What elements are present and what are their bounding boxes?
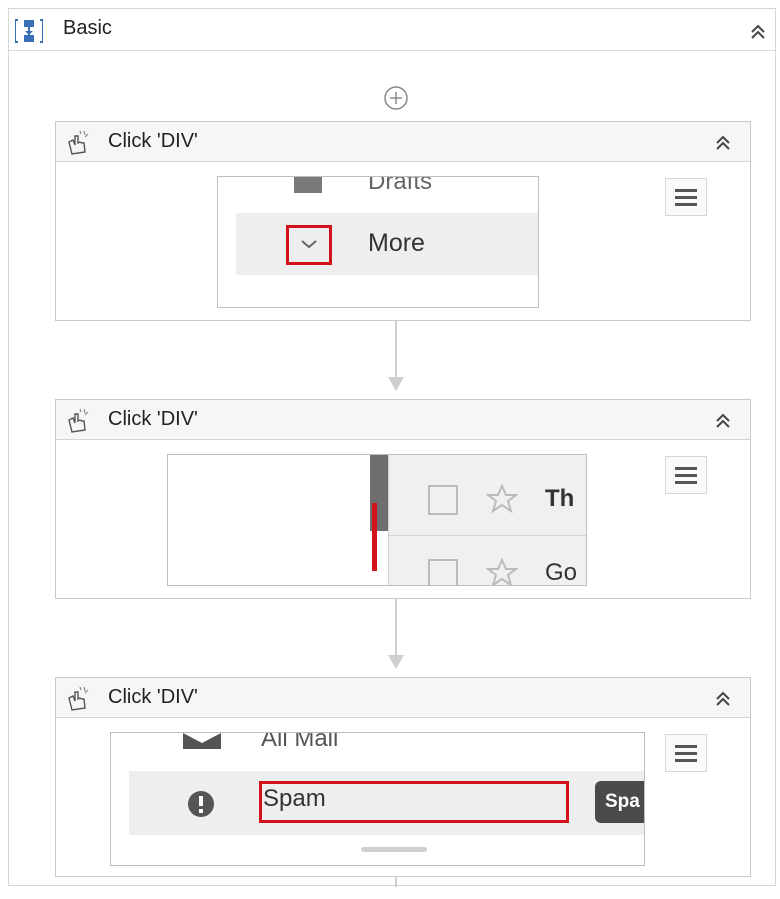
drafts-icon bbox=[294, 177, 322, 193]
sequence-header[interactable]: Basic bbox=[9, 9, 775, 51]
star-icon bbox=[486, 483, 518, 514]
connector-line bbox=[395, 877, 397, 887]
activity-menu-button[interactable] bbox=[665, 734, 707, 772]
connector-line bbox=[395, 599, 397, 657]
element-screenshot-preview: Drafts More bbox=[217, 176, 539, 308]
collapse-activity-icon[interactable] bbox=[712, 688, 734, 710]
star-icon bbox=[486, 557, 518, 585]
element-screenshot-preview: All Mail Spam Spa bbox=[110, 732, 645, 866]
connector-line bbox=[395, 321, 397, 379]
drafts-label: Drafts bbox=[368, 176, 433, 195]
add-activity-icon[interactable] bbox=[382, 84, 410, 112]
collapse-sequence-icon[interactable] bbox=[747, 21, 769, 43]
spam-label: Spam bbox=[263, 785, 326, 812]
spam-icon bbox=[188, 791, 214, 817]
mail-sender-1: Th bbox=[545, 485, 575, 512]
click-pointer-icon bbox=[68, 130, 89, 155]
all-mail-icon bbox=[183, 733, 221, 749]
scrollbar-highlight bbox=[372, 503, 377, 571]
connector-arrow bbox=[388, 377, 404, 391]
activity-menu-button[interactable] bbox=[665, 456, 707, 494]
checkbox-icon bbox=[428, 485, 458, 515]
checkbox-icon bbox=[428, 559, 458, 585]
spam-tooltip-chip: Spa bbox=[595, 781, 644, 823]
click-activity-2[interactable]: Click 'DIV' Th Go bbox=[55, 399, 751, 599]
chevron-down-icon bbox=[301, 240, 317, 249]
resize-handle bbox=[361, 847, 427, 852]
row-divider bbox=[388, 535, 586, 536]
spam-chip-label: Spa bbox=[605, 791, 640, 812]
mail-sender-2: Go bbox=[545, 559, 578, 586]
click-pointer-icon bbox=[68, 686, 89, 711]
more-label: More bbox=[368, 229, 425, 257]
activity-header[interactable]: Click 'DIV' bbox=[56, 400, 750, 440]
activity-title: Click 'DIV' bbox=[108, 408, 198, 430]
activity-menu-button[interactable] bbox=[665, 178, 707, 216]
click-activity-3[interactable]: Click 'DIV' All Mail Spam Spa bbox=[55, 677, 751, 877]
sequence-container: Basic Click 'DIV' Drafts More Click 'DIV… bbox=[8, 8, 776, 887]
activity-title: Click 'DIV' bbox=[108, 130, 198, 152]
activity-header[interactable]: Click 'DIV' bbox=[56, 678, 750, 718]
collapse-activity-icon[interactable] bbox=[712, 132, 734, 154]
collapse-activity-icon[interactable] bbox=[712, 410, 734, 432]
element-screenshot-preview: Th Go bbox=[167, 454, 587, 586]
sequence-title: Basic bbox=[63, 17, 112, 39]
activity-title: Click 'DIV' bbox=[108, 686, 198, 708]
connector-arrow bbox=[388, 655, 404, 669]
click-activity-1[interactable]: Click 'DIV' Drafts More bbox=[55, 121, 751, 321]
sequence-icon bbox=[15, 19, 43, 43]
all-mail-label: All Mail bbox=[261, 732, 339, 752]
activity-header[interactable]: Click 'DIV' bbox=[56, 122, 750, 162]
click-pointer-icon bbox=[68, 408, 89, 433]
